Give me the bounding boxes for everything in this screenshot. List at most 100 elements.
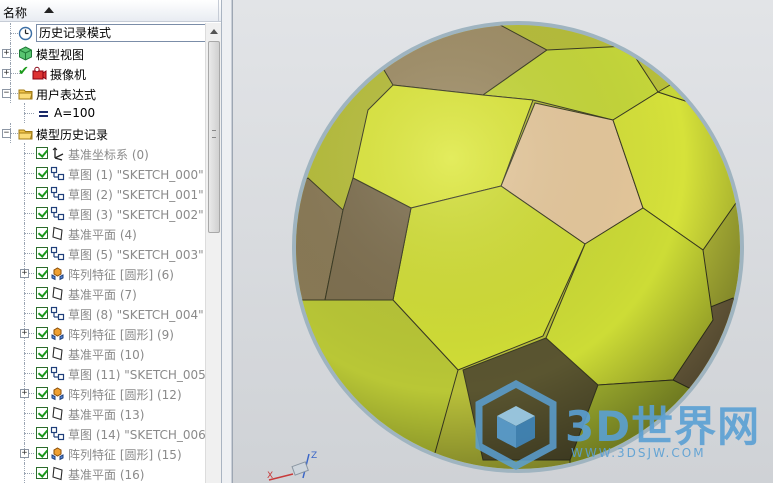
part-navigator: 名称 历史记录模式 + 模型视图 + ✔ 摄像机 − 用户表达式 A=100 − 模型历史记录 基准坐… [0, 0, 222, 483]
visibility-checkbox[interactable] [36, 247, 48, 259]
tree-row[interactable]: + 阵列特征 [圆形] (12) [0, 383, 205, 403]
visibility-checkbox[interactable] [36, 387, 48, 399]
tree-row[interactable]: 草图 (14) "SKETCH_006" [0, 423, 211, 443]
sketch-icon [50, 166, 65, 181]
visibility-checkbox[interactable] [36, 227, 48, 239]
tree-row[interactable]: 草图 (8) "SKETCH_004" [0, 303, 205, 323]
watermark-logo-icon [475, 380, 557, 470]
tree-row[interactable]: 基准平面 (10) [0, 343, 205, 363]
tree-row-label: 模型视图 [36, 48, 85, 62]
collapse-toggle-icon[interactable]: − [2, 129, 11, 138]
sort-ascending-icon[interactable] [44, 7, 54, 13]
tree-connector [24, 293, 34, 294]
triad-z-label: Z [311, 451, 317, 461]
tree-row-label: 草图 (11) "SKETCH_005" [68, 368, 212, 382]
expand-toggle-icon[interactable]: + [20, 329, 29, 338]
tree-connector [24, 113, 34, 114]
tree-row[interactable]: 草图 (2) "SKETCH_001" [0, 183, 205, 203]
pattern-icon [50, 446, 65, 461]
sketch-icon [50, 306, 65, 321]
expand-toggle-icon[interactable]: + [2, 69, 11, 78]
visibility-checkbox[interactable] [36, 207, 48, 219]
tree-row-label: 基准平面 (13) [68, 408, 145, 422]
expression-icon [36, 106, 51, 121]
expand-toggle-icon[interactable]: + [20, 269, 29, 278]
visibility-checkbox[interactable] [36, 287, 48, 299]
tree-row[interactable]: 基准平面 (7) [0, 283, 205, 303]
tree-row[interactable]: 基准平面 (4) [0, 223, 205, 243]
tree-row-label: 草图 (8) "SKETCH_004" [68, 308, 204, 322]
tree-row-label: 阵列特征 [圆形] (12) [68, 388, 182, 402]
tree-row[interactable]: 草图 (11) "SKETCH_005" [0, 363, 211, 383]
tree-row-label: 基准平面 (10) [68, 348, 145, 362]
tree-row-label: 阵列特征 [圆形] (6) [68, 268, 174, 282]
visibility-checkbox[interactable] [36, 187, 48, 199]
visibility-checkbox[interactable] [36, 147, 48, 159]
tree-connector [24, 213, 34, 214]
tree-row[interactable]: − 模型历史记录 [0, 123, 205, 143]
tree-row-label: 基准平面 (4) [68, 228, 137, 242]
navigator-scrollbar[interactable] [205, 23, 221, 483]
expand-toggle-icon[interactable]: + [20, 449, 29, 458]
scroll-grip-icon [212, 130, 216, 138]
visibility-checkbox[interactable] [36, 327, 48, 339]
tree-row[interactable]: 基准平面 (13) [0, 403, 205, 423]
expand-toggle-icon[interactable]: + [2, 49, 11, 58]
collapse-toggle-icon[interactable]: − [2, 89, 11, 98]
visibility-checkbox[interactable] [36, 427, 48, 439]
tree-row-label: 基准平面 (7) [68, 288, 137, 302]
tree-row[interactable]: − 用户表达式 [0, 83, 205, 103]
clock-icon [18, 26, 33, 41]
sketch-icon [50, 246, 65, 261]
tree-row[interactable]: 基准平面 (16) [0, 463, 205, 483]
tree-connector [24, 153, 34, 154]
model-view-icon [18, 46, 33, 61]
expand-toggle-icon[interactable]: + [20, 389, 29, 398]
tree-row-label: 模型历史记录 [36, 128, 109, 142]
visibility-checkbox[interactable] [36, 347, 48, 359]
tree-connector [24, 313, 34, 314]
pattern-icon [50, 386, 65, 401]
visibility-checkbox[interactable] [36, 367, 48, 379]
tree-row-label: 用户表达式 [36, 88, 97, 102]
tree-connector [24, 233, 34, 234]
tree-row[interactable]: 历史记录模式 [0, 23, 206, 43]
watermark-url-text: WWW.3DSJW.COM [571, 446, 706, 460]
tree-row[interactable]: 草图 (3) "SKETCH_002" [0, 203, 205, 223]
tree-row-label: 草图 (2) "SKETCH_001" [68, 188, 204, 202]
tree-row[interactable]: + 阵列特征 [圆形] (15) [0, 443, 205, 463]
scrollbar-thumb[interactable] [208, 41, 220, 233]
tree-row[interactable]: + 模型视图 [0, 43, 205, 63]
tree-connector [24, 373, 34, 374]
tree-row[interactable]: 草图 (1) "SKETCH_000" [0, 163, 205, 183]
tree-row-label: 草图 (14) "SKETCH_006" [68, 428, 212, 442]
graphics-viewport[interactable]: 3D世界网 WWW.3DSJW.COM Z X [232, 0, 773, 483]
tree-row-label: 草图 (1) "SKETCH_000" [68, 168, 204, 182]
sketch-icon [50, 186, 65, 201]
datum-csys-icon [50, 146, 65, 161]
visibility-checkbox[interactable] [36, 267, 48, 279]
datum-plane-icon [50, 226, 65, 241]
visibility-checkbox[interactable] [36, 307, 48, 319]
tree-row[interactable]: + 阵列特征 [圆形] (6) [0, 263, 205, 283]
name-column-header[interactable]: 名称 [3, 4, 27, 21]
tree-row[interactable]: A=100 [0, 103, 205, 123]
tree-row[interactable]: 草图 (5) "SKETCH_003" [0, 243, 205, 263]
tree-row[interactable]: + ✔ 摄像机 [0, 63, 205, 83]
datum-plane-icon [50, 466, 65, 481]
scroll-up-arrow-icon[interactable] [210, 29, 218, 34]
tree-row[interactable]: + 阵列特征 [圆形] (9) [0, 323, 205, 343]
tree-row-label: 阵列特征 [圆形] (15) [68, 448, 182, 462]
tree-connector [24, 473, 34, 474]
visibility-checkbox[interactable] [36, 407, 48, 419]
column-divider[interactable] [218, 0, 219, 22]
visibility-checkbox[interactable] [36, 447, 48, 459]
panel-splitter[interactable] [222, 0, 232, 483]
tree-connector [24, 433, 34, 434]
visibility-checkbox[interactable] [36, 467, 48, 479]
visibility-checkbox[interactable] [36, 167, 48, 179]
tree-row[interactable]: 基准坐标系 (0) [0, 143, 205, 163]
sketch-icon [50, 426, 65, 441]
tree-connector [24, 253, 34, 254]
pattern-icon [50, 266, 65, 281]
